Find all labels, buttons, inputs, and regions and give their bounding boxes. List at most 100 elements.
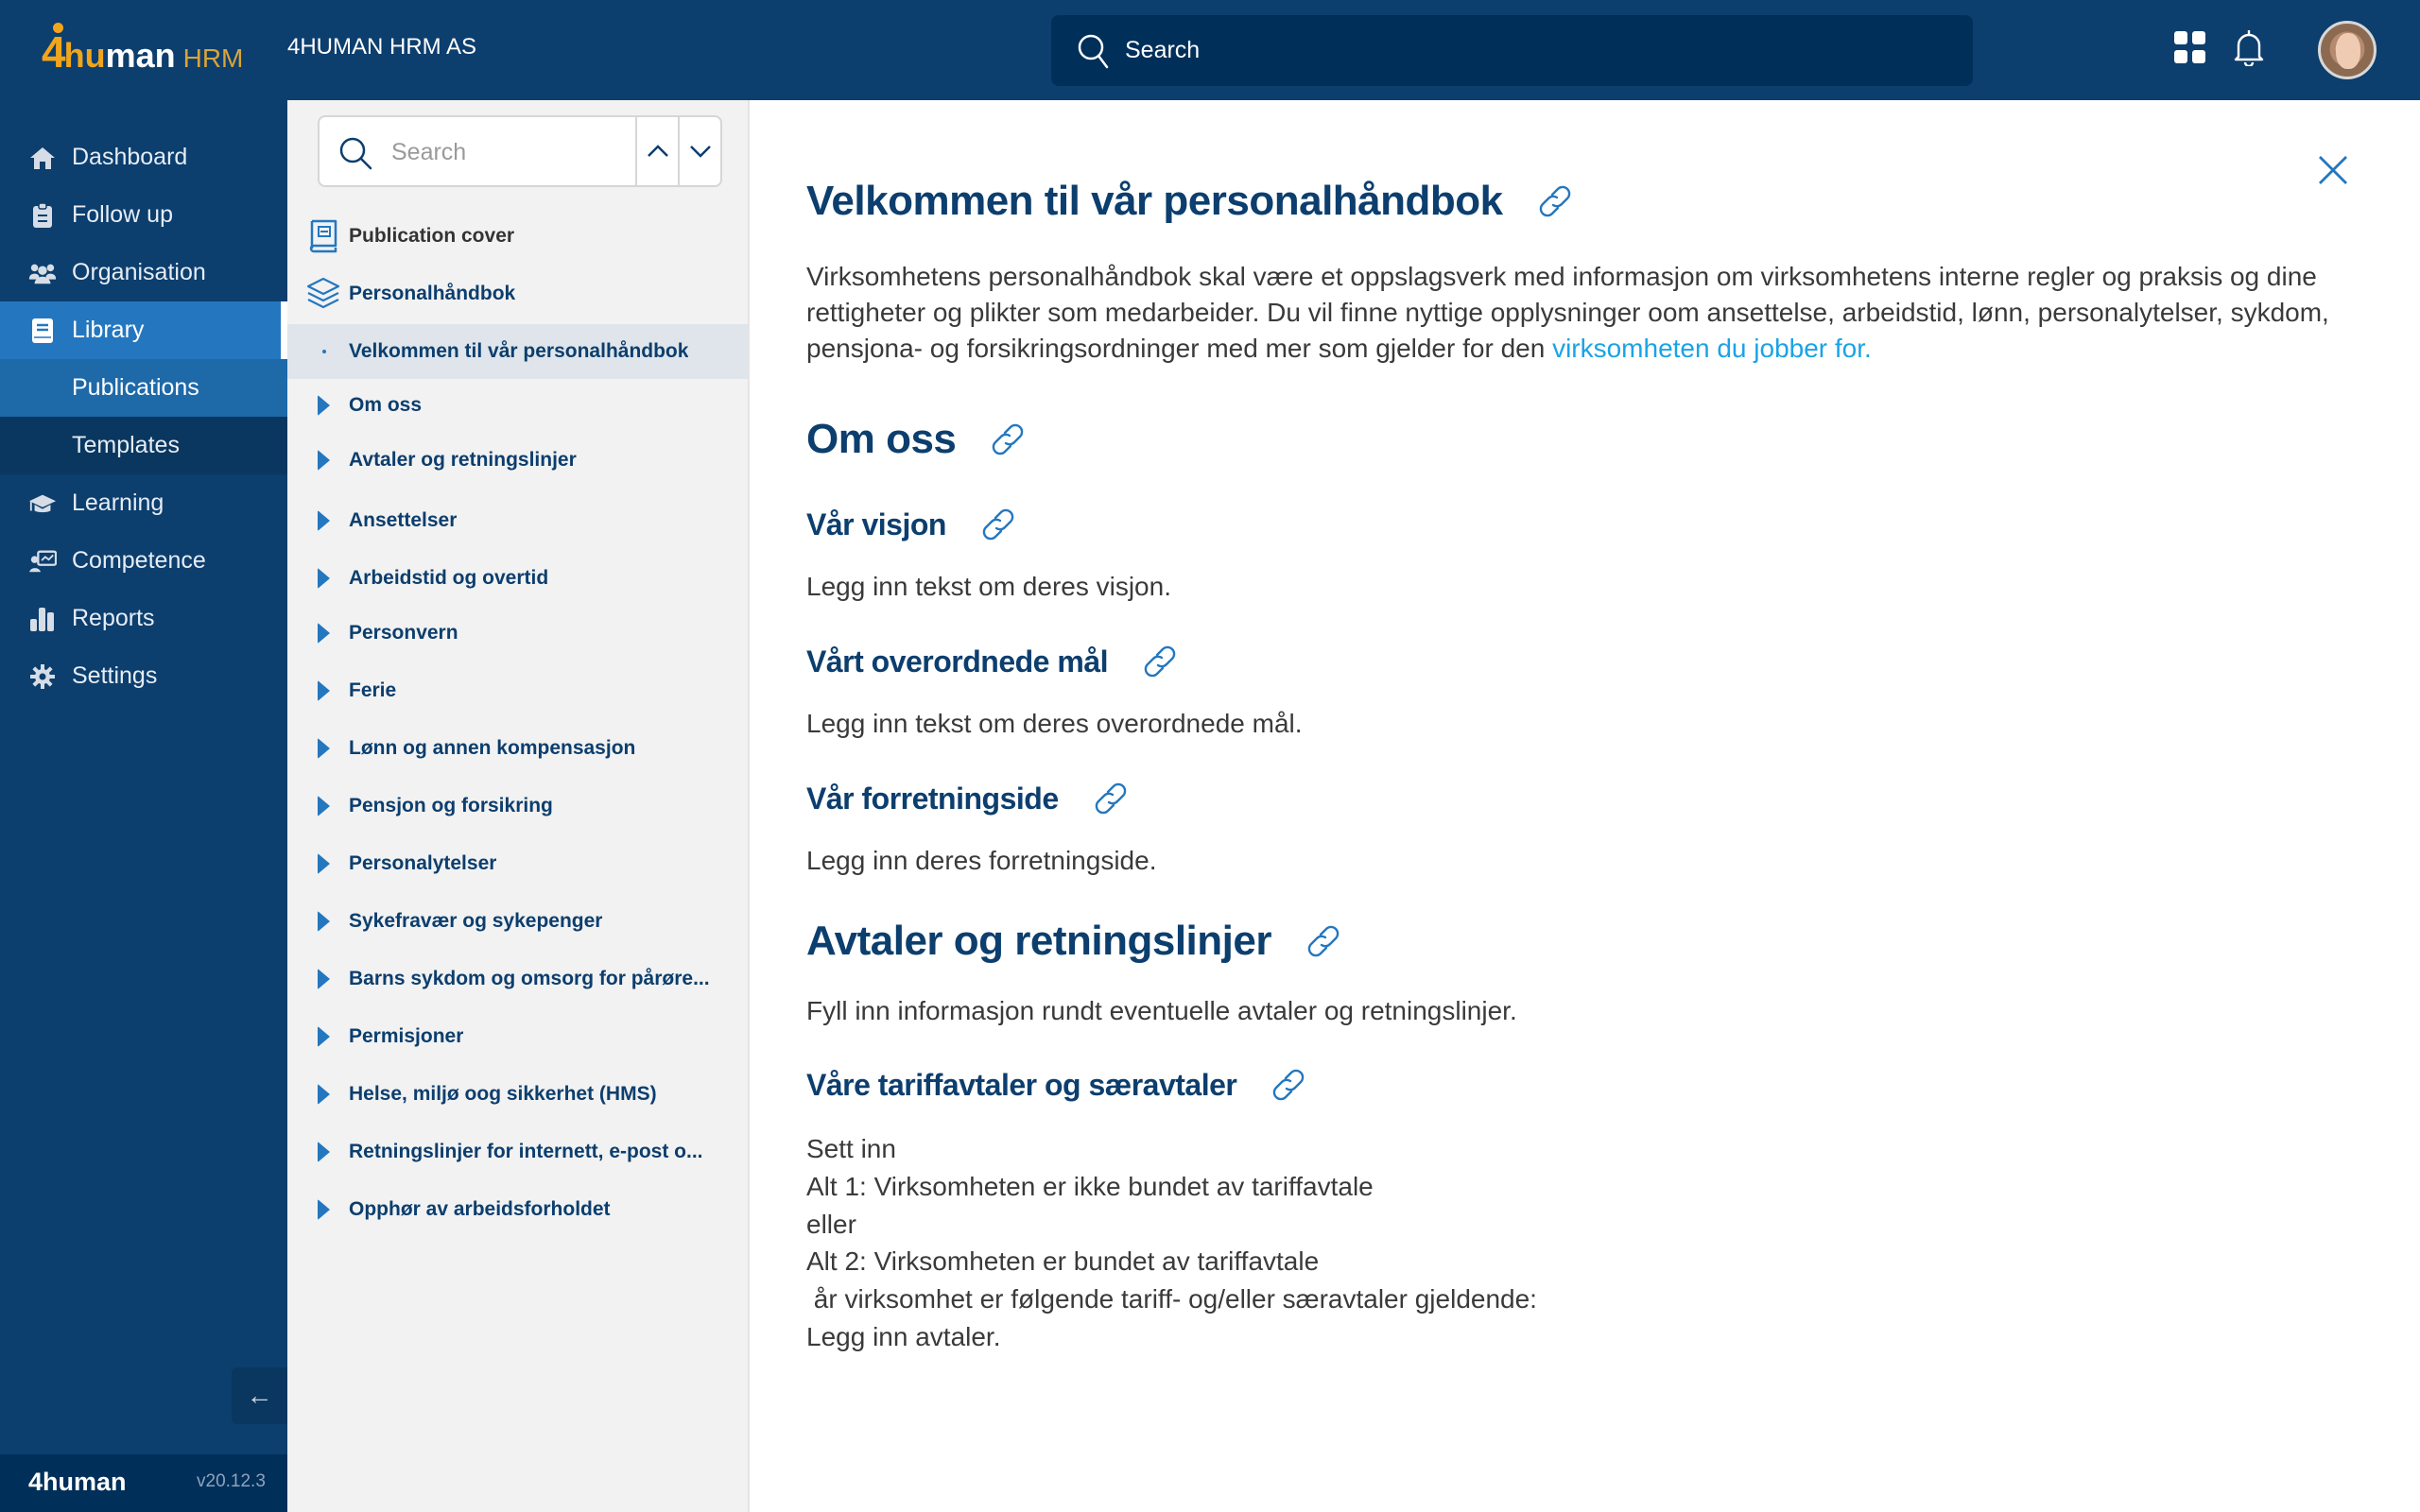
toc-chapter[interactable]: Om oss	[287, 378, 748, 433]
toc-search-input[interactable]	[391, 134, 618, 170]
tariff-line: Alt 2: Virksomheten er bundet av tariffa…	[806, 1246, 1320, 1277]
toc-item-selected[interactable]: Velkommen til vår personalhåndbok	[287, 324, 748, 379]
book-cover-icon	[306, 219, 340, 253]
toc-chapter-label: Permisjoner	[349, 1025, 464, 1047]
caret-right-icon[interactable]	[318, 568, 330, 589]
gear-icon	[28, 662, 57, 691]
link-icon[interactable]	[984, 421, 1031, 458]
graduation-cap-icon	[28, 490, 57, 518]
page-title: Velkommen til vår personalhåndbok	[806, 178, 1579, 225]
toc-item-book[interactable]: Personalhåndbok	[287, 266, 748, 321]
publication-content: Velkommen til vår personalhåndbok Virkso…	[750, 100, 2420, 1512]
section-heading-om-oss: Om oss	[806, 416, 1031, 463]
sidebar-item-dashboard[interactable]: Dashboard	[0, 129, 287, 186]
toc-chapter[interactable]: Opphør av arbeidsforholdet	[287, 1182, 748, 1237]
sidebar-item-follow-up[interactable]: Follow up	[0, 186, 287, 244]
avatar[interactable]	[2318, 21, 2377, 79]
tariff-line: Alt 1: Virksomheten er ikke bundet av ta…	[806, 1171, 1374, 1201]
global-search[interactable]	[1051, 15, 1973, 86]
tariff-line: eller	[806, 1209, 856, 1239]
caret-right-icon[interactable]	[318, 680, 330, 701]
forretningside-text: Legg inn deres forretningside.	[806, 846, 1157, 875]
toc-chapter-label: Arbeidstid og overtid	[349, 567, 549, 589]
sidebar-item-reports[interactable]: Reports	[0, 590, 287, 647]
caret-right-icon[interactable]	[318, 1142, 330, 1162]
toc-item-publication-cover[interactable]: Publication cover	[287, 209, 748, 264]
sidebar-item-learning[interactable]: Learning	[0, 474, 287, 532]
collapse-sidebar-button[interactable]: ←	[232, 1367, 287, 1424]
sidebar-item-publications[interactable]: Publications	[0, 359, 287, 417]
avtaler-text: Fyll inn informasjon rundt eventuelle av…	[806, 996, 1517, 1025]
toc-chapter[interactable]: Permisjoner	[287, 1009, 748, 1064]
link-icon[interactable]	[1300, 922, 1347, 960]
link-icon[interactable]	[1087, 780, 1134, 817]
toc-search[interactable]	[318, 115, 722, 187]
toc-chapter-label: Ferie	[349, 679, 397, 701]
grid-icon[interactable]	[2174, 31, 2206, 63]
section-heading-forretningside: Vår forretningside	[806, 780, 1134, 817]
toc-chapter[interactable]: Avtaler og retningslinjer	[287, 433, 748, 488]
caret-right-icon[interactable]	[318, 1199, 330, 1220]
global-search-input[interactable]	[1125, 37, 1928, 64]
link-icon[interactable]	[975, 506, 1022, 543]
caret-right-icon[interactable]	[318, 623, 330, 644]
close-icon[interactable]	[2314, 151, 2352, 189]
toc-chapter-label: Pensjon og forsikring	[349, 795, 553, 816]
brand-logo[interactable]: 4 hu man HRM	[42, 23, 243, 77]
previous-result-button[interactable]	[635, 117, 678, 185]
caret-right-icon[interactable]	[318, 738, 330, 759]
section-heading-tariff: Våre tariffavtaler og særavtaler	[806, 1066, 1312, 1104]
caret-right-icon[interactable]	[318, 853, 330, 874]
arrow-left-icon: ←	[246, 1381, 273, 1410]
logo-hu: hu	[63, 36, 106, 75]
toc-chapter[interactable]: Helse, miljø oog sikkerhet (HMS)	[287, 1067, 748, 1122]
toc-chapter[interactable]: Ansettelser	[287, 493, 748, 548]
caret-right-icon[interactable]	[318, 450, 330, 471]
next-result-button[interactable]	[678, 117, 720, 185]
sidebar-item-settings[interactable]: Settings	[0, 647, 287, 705]
chevron-up-icon	[647, 145, 668, 157]
link-icon[interactable]	[1531, 182, 1579, 220]
toc-chapter-label: Lønn og annen kompensasjon	[349, 737, 636, 759]
toc-chapter[interactable]: Personalytelser	[287, 836, 748, 891]
caret-right-icon[interactable]	[318, 796, 330, 816]
toc-chapter[interactable]: Sykefravær og sykepenger	[287, 894, 748, 949]
toc-chapter-label: Avtaler og retningslinjer	[349, 449, 577, 471]
section-heading-avtaler: Avtaler og retningslinjer	[806, 918, 1347, 965]
toc-chapter[interactable]: Pensjon og forsikring	[287, 779, 748, 833]
toc-chapter-label: Barns sykdom og omsorg for pårøre...	[349, 968, 710, 989]
section-heading-maal: Vårt overordnede mål	[806, 643, 1184, 680]
caret-right-icon[interactable]	[318, 969, 330, 989]
search-icon	[1078, 34, 1109, 68]
toc-chapter[interactable]: Retningslinjer for internett, e-post o..…	[287, 1125, 748, 1179]
sidebar-nav: Dashboard Follow up Organisation Library…	[0, 100, 287, 1512]
bell-icon[interactable]	[2233, 28, 2265, 66]
link-icon[interactable]	[1265, 1066, 1312, 1104]
tariff-line: Legg inn avtaler.	[806, 1321, 1001, 1351]
sidebar-item-templates[interactable]: Templates	[0, 417, 287, 474]
caret-right-icon[interactable]	[318, 395, 330, 416]
caret-right-icon[interactable]	[318, 1084, 330, 1105]
clipboard-icon	[28, 201, 57, 230]
section-heading-visjon: Vår visjon	[806, 506, 1022, 543]
sidebar-item-competence[interactable]: Competence	[0, 532, 287, 590]
tariff-line: år virksomhet er følgende tariff- og/ell…	[806, 1284, 1537, 1314]
company-name: 4HUMAN HRM AS	[287, 34, 477, 60]
bar-chart-icon	[28, 605, 57, 633]
toc-chapter-label: Om oss	[349, 394, 423, 416]
toc-chapter[interactable]: Arbeidstid og overtid	[287, 551, 748, 606]
sidebar-item-organisation[interactable]: Organisation	[0, 244, 287, 301]
toc-chapter-label: Helse, miljø oog sikkerhet (HMS)	[349, 1083, 657, 1105]
toc-chapter[interactable]: Ferie	[287, 663, 748, 718]
table-of-contents: Publication cover Personalhåndbok Velkom…	[287, 100, 750, 1512]
caret-right-icon[interactable]	[318, 510, 330, 531]
toc-chapter[interactable]: Personvern	[287, 606, 748, 661]
toc-chapter[interactable]: Barns sykdom og omsorg for pårøre...	[287, 952, 748, 1006]
chevron-down-icon	[689, 146, 711, 158]
caret-right-icon[interactable]	[318, 1026, 330, 1047]
sidebar-item-library[interactable]: Library	[0, 301, 287, 359]
caret-right-icon[interactable]	[318, 911, 330, 932]
intro-link[interactable]: virksomheten du jobber for.	[1552, 334, 1872, 363]
link-icon[interactable]	[1136, 643, 1184, 680]
toc-chapter[interactable]: Lønn og annen kompensasjon	[287, 721, 748, 776]
